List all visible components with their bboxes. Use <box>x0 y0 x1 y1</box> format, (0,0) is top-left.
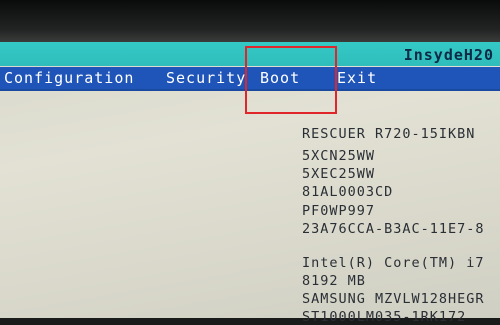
bios-vendor-title: InsydeH20 <box>403 46 494 64</box>
info-bios-version: 5XCN25WW <box>302 148 376 164</box>
menu-security[interactable]: Security <box>166 69 246 87</box>
info-uuid: 23A76CCA-B3AC-11E7-8 <box>302 221 485 237</box>
screen-bezel <box>0 0 500 42</box>
boot-tab-highlight-box <box>245 46 337 114</box>
info-cpu: Intel(R) Core(TM) i7 <box>302 255 485 271</box>
info-memory: 8192 MB <box>302 273 366 289</box>
info-hdd: ST1000LM035-1RK172 <box>302 309 467 325</box>
menu-exit[interactable]: Exit <box>337 69 377 87</box>
menu-configuration[interactable]: Configuration <box>4 69 134 87</box>
info-ec-version: 5XEC25WW <box>302 166 376 182</box>
info-ssd: SAMSUNG MZVLW128HEGR <box>302 291 485 307</box>
info-mtm: 81AL0003CD <box>302 184 394 200</box>
info-serial-number: PF0WP997 <box>302 203 376 219</box>
info-product-name: RESCUER R720-15IKBN <box>302 126 476 142</box>
